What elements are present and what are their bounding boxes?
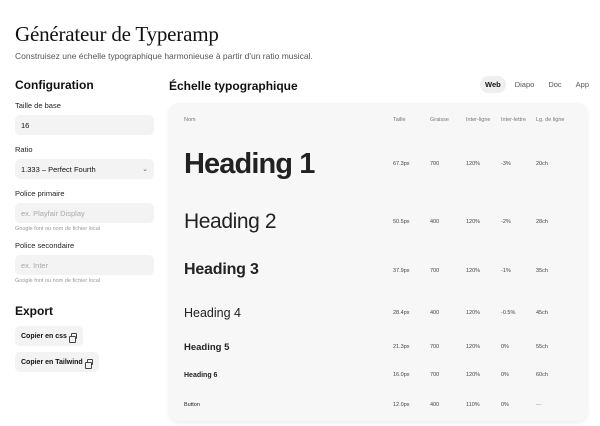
export-heading: Export — [15, 304, 54, 318]
sample-heading-1: Heading 1 — [184, 148, 315, 180]
row-line-length: 35ch — [536, 268, 548, 274]
scale-heading: Échelle typographique — [169, 79, 298, 93]
secondary-font-placeholder: ex. Inter — [21, 260, 49, 270]
row-size: 67.3px — [393, 161, 410, 167]
table-row: Heading 5 21.3px 700 120% 0% 55ch — [169, 336, 587, 362]
copy-css-label: Copier en css — [21, 332, 67, 340]
sample-heading-6: Heading 6 — [184, 372, 218, 379]
base-size-value: 16 — [21, 120, 30, 130]
table-header: Nom Taille Graisse Inter-ligne Inter-let… — [169, 117, 587, 127]
row-line-height: 120% — [466, 268, 481, 274]
page-subtitle: Construisez une échelle typographique ha… — [15, 51, 313, 61]
row-weight: 700 — [430, 268, 440, 274]
row-letter-spacing: 0% — [501, 402, 509, 408]
row-letter-spacing: -0.5% — [501, 310, 516, 316]
row-line-length: 20ch — [536, 161, 548, 167]
row-size: 50.5px — [393, 219, 410, 225]
table-row: Heading 1 67.3px 700 120% -3% 20ch — [169, 144, 587, 184]
copy-icon — [84, 359, 93, 369]
copy-icon — [68, 333, 77, 343]
primary-font-label: Police primaire — [15, 189, 65, 198]
table-row: Heading 4 28.4px 400 120% -0.5% 45ch — [169, 299, 587, 329]
table-row: Button 12.0px 400 110% 0% — — [169, 398, 587, 414]
row-line-length: 45ch — [536, 310, 548, 316]
column-letter-spacing: Inter-lettre — [501, 117, 527, 123]
row-size: 16.0px — [393, 372, 410, 378]
column-weight: Graisse — [430, 117, 449, 123]
sample-heading-4: Heading 4 — [184, 306, 241, 320]
tab-diapo[interactable]: Diapo — [510, 76, 540, 93]
sample-button: Button — [184, 402, 200, 408]
row-size: 37.9px — [393, 268, 410, 274]
table-row: Heading 6 16.0px 700 120% 0% 60ch — [169, 368, 587, 388]
scale-table: Nom Taille Graisse Inter-ligne Inter-let… — [169, 103, 587, 421]
row-letter-spacing: 0% — [501, 344, 509, 350]
row-weight: 700 — [430, 344, 440, 350]
table-row: Heading 3 37.9px 700 120% -1% 35ch — [169, 253, 587, 287]
ratio-select[interactable]: 1.333 – Perfect Fourth ⌄ — [15, 159, 154, 179]
ratio-label: Ratio — [15, 145, 33, 154]
ratio-value: 1.333 – Perfect Fourth — [21, 164, 96, 174]
configuration-heading: Configuration — [15, 78, 94, 92]
row-letter-spacing: -1% — [501, 268, 511, 274]
row-letter-spacing: -3% — [501, 161, 511, 167]
base-size-label: Taille de base — [15, 101, 61, 110]
sample-heading-5: Heading 5 — [184, 342, 230, 353]
tab-doc[interactable]: Doc — [543, 76, 566, 93]
column-line-height: Inter-ligne — [466, 117, 491, 123]
primary-font-placeholder: ex. Playfair Display — [21, 208, 85, 218]
sample-heading-2: Heading 2 — [184, 210, 277, 233]
row-size: 12.0px — [393, 402, 410, 408]
copy-tailwind-label: Copier en Tailwind — [21, 358, 83, 366]
sample-heading-3: Heading 3 — [184, 261, 259, 278]
configuration-panel: Configuration Taille de base 16 Ratio 1.… — [15, 78, 155, 284]
column-name: Nom — [184, 117, 196, 123]
row-size: 21.3px — [393, 344, 410, 350]
column-line-length: Lg. de ligne — [536, 117, 565, 123]
row-line-height: 120% — [466, 344, 481, 350]
row-line-length: 55ch — [536, 344, 548, 350]
column-size: Taille — [393, 117, 406, 123]
row-weight: 700 — [430, 372, 440, 378]
tab-app[interactable]: App — [571, 76, 594, 93]
row-line-height: 120% — [466, 310, 481, 316]
table-row: Heading 2 50.5px 400 120% -2% 28ch — [169, 204, 587, 240]
row-weight: 700 — [430, 161, 440, 167]
row-size: 28.4px — [393, 310, 410, 316]
row-weight: 400 — [430, 310, 440, 316]
preset-tabs: Web Diapo Doc App — [480, 76, 594, 93]
secondary-font-input[interactable]: ex. Inter — [15, 255, 154, 275]
chevron-down-icon: ⌄ — [142, 166, 148, 173]
page-title: Générateur de Typeramp — [15, 22, 219, 46]
row-line-length: 28ch — [536, 219, 548, 225]
row-letter-spacing: 0% — [501, 372, 509, 378]
row-weight: 400 — [430, 402, 440, 408]
row-line-height: 120% — [466, 372, 481, 378]
row-line-height: 110% — [466, 402, 480, 408]
copy-tailwind-button[interactable]: Copier en Tailwind — [15, 352, 99, 372]
row-line-length: — — [536, 402, 542, 408]
secondary-font-label: Police secondaire — [15, 241, 75, 250]
row-line-height: 120% — [466, 161, 481, 167]
row-letter-spacing: -2% — [501, 219, 511, 225]
row-line-length: 60ch — [536, 372, 548, 378]
primary-font-hint: Google font ou nom de fichier local — [15, 226, 100, 232]
copy-css-button[interactable]: Copier en css — [15, 326, 83, 346]
primary-font-input[interactable]: ex. Playfair Display — [15, 203, 154, 223]
row-weight: 400 — [430, 219, 440, 225]
base-size-input[interactable]: 16 — [15, 115, 154, 135]
tab-web[interactable]: Web — [480, 76, 506, 93]
row-line-height: 120% — [466, 219, 481, 225]
secondary-font-hint: Google font ou nom de fichier local — [15, 278, 100, 284]
